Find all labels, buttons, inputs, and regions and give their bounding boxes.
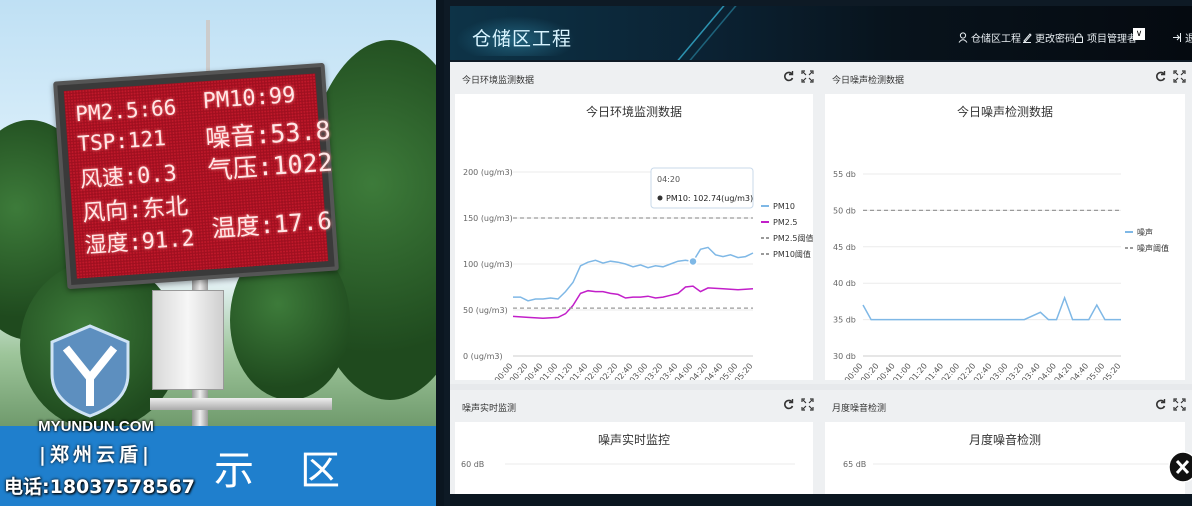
legend-label: 噪声 <box>1137 227 1153 237</box>
pencil-icon <box>1023 33 1032 43</box>
nav-logout[interactable]: 退 <box>1172 30 1192 45</box>
y-tick-label: 50 (ug/m3) <box>463 306 508 315</box>
y-tick-label: 40 db <box>833 279 856 288</box>
lock-icon <box>1075 33 1083 43</box>
dashboard-content: 今日环境监测数据 今日环境监测数据 0 (ug/m3) 50 (ug/m3) 100… <box>450 62 1192 494</box>
series-line <box>512 285 754 320</box>
shield-logo-icon <box>50 324 130 418</box>
refresh-icon[interactable] <box>782 398 795 411</box>
expand-icon[interactable] <box>1173 70 1186 83</box>
street-sign-char: 区 <box>300 448 340 494</box>
y-tick-label: 55 db <box>833 170 856 179</box>
led-display-board: PM2.5:66 TSP:121 风速:0.3 风向:东北 湿度:91.2 PM… <box>53 62 339 290</box>
logout-icon <box>1173 33 1181 42</box>
legend-label: 噪声阈值 <box>1137 243 1169 253</box>
chart-card: 噪声实时监控 60 dB <box>455 422 813 494</box>
panel-noise: 今日噪声检测数据 今日噪声检测数据 30 db 35 db 40 db 45 db 50… <box>820 62 1192 384</box>
panel-title: 噪声实时监测 <box>462 404 517 414</box>
user-icon <box>958 32 968 43</box>
legend-label: PM10 <box>773 202 795 211</box>
led-line: 气压:1022 <box>206 147 334 186</box>
y-tick-label: 150 (ug/m3) <box>463 214 513 223</box>
led-line: PM10:99 <box>201 82 297 115</box>
realtime-line-chart: 60 dB <box>461 460 795 469</box>
panel-title: 月度噪音检测 <box>832 404 887 414</box>
y-tick-label: 30 db <box>833 352 856 361</box>
tooltip-time: 04:20 <box>657 175 680 184</box>
y-tick-label: 0 (ug/m3) <box>463 352 503 361</box>
refresh-icon[interactable] <box>1154 70 1167 83</box>
nav-change-password[interactable]: 更改密码 <box>1022 30 1075 45</box>
env-line-chart: 0 (ug/m3) 50 (ug/m3) 100 (ug/m3) 150 (ug/m3… <box>463 167 813 380</box>
legend-label: PM2.5阈值 <box>773 233 813 243</box>
noise-line-chart: 30 db35 db40 db45 db50 db55 db00:0000:20… <box>833 170 1169 380</box>
led-line: TSP:121 <box>76 126 167 157</box>
control-cabinet <box>152 290 224 390</box>
panel-title: 今日环境监测数据 <box>462 76 535 86</box>
panel-monthly: 月度噪音检测 月度噪音检测 65 dB <box>820 390 1192 494</box>
nav-project[interactable]: 仓储区工程 <box>958 30 1021 45</box>
led-line: 湿度:91.2 <box>83 226 196 259</box>
y-tick-label: 65 dB <box>843 460 866 469</box>
logo-text: MYUNDUN.COM <box>38 418 154 435</box>
nav-label: 更改密码 <box>1035 34 1075 45</box>
y-tick-label: 200 (ug/m3) <box>463 168 513 177</box>
led-line: PM2.5:66 <box>74 95 178 127</box>
y-tick-label: 45 db <box>833 243 856 252</box>
series-line <box>513 246 754 302</box>
y-tick-label: 100 (ug/m3) <box>463 260 513 269</box>
expand-icon[interactable] <box>801 398 814 411</box>
expand-icon[interactable] <box>801 70 814 83</box>
mounting-bar <box>150 398 332 410</box>
chart-card: 今日环境监测数据 0 (ug/m3) 50 (ug/m3) 100 (ug/m3) 1… <box>455 94 813 380</box>
series-line <box>862 295 1121 321</box>
nav-label: 项目管理者 <box>1087 34 1137 45</box>
logo-subtitle: |郑州云盾| <box>39 444 153 466</box>
monthly-line-chart: 65 dB <box>843 460 1169 469</box>
panel-env: 今日环境监测数据 今日环境监测数据 0 (ug/m3) 50 (ug/m3) 100… <box>450 62 820 384</box>
legend-label: PM2.5 <box>773 218 797 227</box>
phone-number: 电话:18037578567 <box>4 476 196 498</box>
refresh-icon[interactable] <box>1154 398 1167 411</box>
expand-icon[interactable] <box>1173 398 1186 411</box>
nav-label: 退 <box>1185 34 1192 45</box>
nav-user-menu[interactable]: 项目管理者 <box>1074 30 1137 45</box>
tooltip-value: PM10: 102.74(ug/m3) <box>666 194 753 203</box>
panel-realtime: 噪声实时监测 噪声实时监控 60 dB <box>450 390 820 494</box>
y-tick-label: 50 db <box>833 206 856 215</box>
x-tick-label: 05:20 <box>1101 362 1123 380</box>
chart-card: 今日噪声检测数据 30 db 35 db 40 db 45 db 50 db 55 db 0… <box>825 94 1185 380</box>
y-tick-label: 60 dB <box>461 460 484 469</box>
hover-point <box>688 256 698 267</box>
panel-title: 今日噪声检测数据 <box>832 76 905 86</box>
close-icon[interactable] <box>1168 452 1192 482</box>
top-bar: 仓储区工程 仓储区工程 更改密码 项目管理者 ∨ 退 <box>450 6 1192 60</box>
refresh-icon[interactable] <box>782 70 795 83</box>
street-sign-char: 示 <box>214 448 254 494</box>
y-tick-label: 35 db <box>833 316 856 325</box>
monitoring-photo: PM2.5:66 TSP:121 风速:0.3 风向:东北 湿度:91.2 PM… <box>0 0 436 506</box>
chevron-down-icon[interactable]: ∨ <box>1133 28 1145 40</box>
dashboard-screenshot: 仓储区工程 仓储区工程 更改密码 项目管理者 ∨ 退 今日环境监测数据 今日环境… <box>444 0 1192 506</box>
led-line: 温度:17.6 <box>210 206 333 243</box>
legend-label: PM10阈值 <box>773 249 811 259</box>
tooltip-dot <box>657 195 663 201</box>
project-title: 仓储区工程 <box>472 28 573 50</box>
chart-card: 月度噪音检测 65 dB <box>825 422 1185 494</box>
nav-label: 仓储区工程 <box>971 34 1021 45</box>
